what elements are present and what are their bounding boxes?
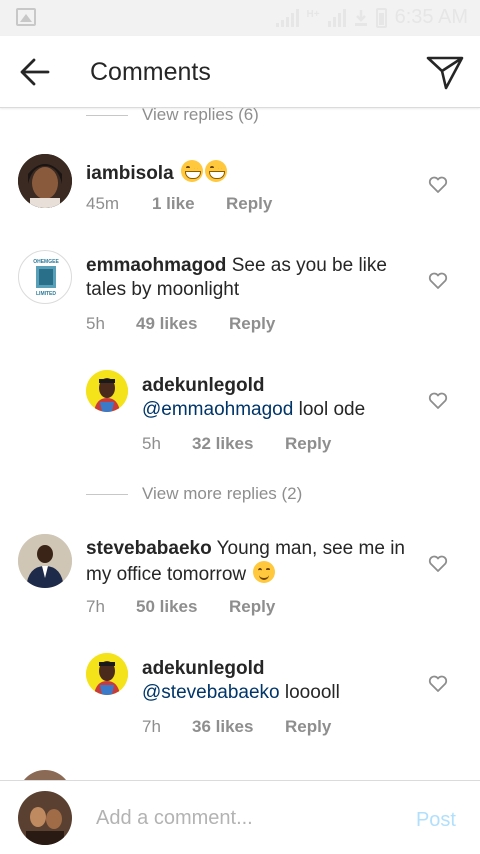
network-type: H+ bbox=[306, 9, 320, 20]
comment-time: 5h bbox=[86, 314, 105, 333]
avatar-partial bbox=[18, 770, 72, 780]
divider-line bbox=[86, 114, 128, 116]
page-title: Comments bbox=[90, 58, 211, 86]
likes-count[interactable]: 32 likes bbox=[192, 434, 285, 454]
heart-icon[interactable] bbox=[428, 675, 448, 693]
comment-body: stevebabaeko Young man, see me in my off… bbox=[86, 537, 416, 587]
avatar-text-bottom: LIMITED bbox=[36, 291, 56, 297]
reply-button[interactable]: Reply bbox=[226, 194, 272, 214]
avatar[interactable] bbox=[18, 534, 72, 588]
mention-link[interactable]: @emmaohmagod bbox=[142, 399, 293, 420]
comment-time: 7h bbox=[86, 597, 105, 616]
mention-link[interactable]: @stevebabaeko bbox=[142, 682, 280, 703]
header: Comments bbox=[0, 36, 480, 108]
comment-body: emmaohmagod See as you be like tales by … bbox=[86, 254, 416, 302]
signal-icon-2 bbox=[327, 8, 346, 27]
avatar-image bbox=[18, 154, 72, 208]
comment-username[interactable]: emmaohmagod bbox=[86, 255, 226, 276]
divider-line bbox=[86, 493, 128, 495]
comment-meta: 7h 36 likes Reply bbox=[142, 717, 331, 737]
avatar[interactable] bbox=[18, 154, 72, 208]
avatar-image: OHEMGEE LIMITED bbox=[33, 259, 59, 297]
avatar-text-top: OHEMGEE bbox=[33, 259, 59, 265]
signal-icon bbox=[275, 8, 299, 27]
comment-body: adekunlegold @emmaohmagod lool ode bbox=[142, 374, 422, 422]
comment-username[interactable]: adekunlegold bbox=[142, 658, 264, 679]
likes-count[interactable]: 36 likes bbox=[192, 717, 285, 737]
likes-count[interactable]: 1 like bbox=[152, 194, 226, 214]
comment-time: 45m bbox=[86, 194, 120, 213]
smiling-emoji bbox=[253, 561, 276, 583]
post-button[interactable]: Post bbox=[416, 809, 456, 832]
comment-username[interactable]: adekunlegold bbox=[142, 375, 264, 396]
avatar-image bbox=[86, 653, 128, 695]
gallery-icon bbox=[16, 8, 36, 26]
grinning-emoji bbox=[204, 160, 227, 182]
reply-button[interactable]: Reply bbox=[285, 434, 331, 454]
comments-list: View replies (6) iambisola 45m 1 like Re… bbox=[0, 108, 480, 780]
view-replies-link[interactable]: View replies (6) bbox=[86, 108, 259, 125]
battery-icon bbox=[375, 7, 387, 28]
likes-count[interactable]: 50 likes bbox=[136, 597, 229, 617]
comment-meta: 45m 1 like Reply bbox=[86, 194, 272, 214]
avatar-image bbox=[18, 534, 72, 588]
comment-composer: Post bbox=[0, 780, 480, 854]
download-icon bbox=[354, 9, 367, 26]
comment-meta: 5h 49 likes Reply bbox=[86, 314, 275, 334]
comment-meta: 7h 50 likes Reply bbox=[86, 597, 275, 617]
status-time: 6:35 AM bbox=[394, 6, 468, 28]
comment-username[interactable]: iambisola bbox=[86, 163, 174, 184]
likes-count[interactable]: 49 likes bbox=[136, 314, 229, 334]
direct-send-icon[interactable] bbox=[426, 54, 464, 90]
avatar[interactable]: OHEMGEE LIMITED bbox=[18, 250, 72, 304]
avatar[interactable] bbox=[86, 653, 128, 695]
comment-text: looooll bbox=[284, 682, 340, 703]
reply-button[interactable]: Reply bbox=[229, 597, 275, 617]
grinning-emoji bbox=[180, 160, 203, 182]
comment-time: 5h bbox=[142, 434, 161, 453]
comment-body: adekunlegold @stevebabaeko looooll bbox=[142, 657, 422, 705]
status-bar: H+ 6:35 AM bbox=[0, 0, 480, 36]
heart-icon[interactable] bbox=[428, 272, 448, 290]
heart-icon[interactable] bbox=[428, 176, 448, 194]
comment-text: lool ode bbox=[298, 399, 366, 420]
avatar[interactable] bbox=[86, 370, 128, 412]
avatar-image bbox=[86, 370, 128, 412]
view-more-replies-link[interactable]: View more replies (2) bbox=[86, 484, 302, 504]
current-user-avatar bbox=[18, 791, 72, 845]
back-arrow-icon[interactable] bbox=[18, 56, 52, 88]
avatar-image bbox=[18, 791, 72, 845]
comment-meta: 5h 32 likes Reply bbox=[142, 434, 331, 454]
view-replies-label: View replies (6) bbox=[142, 108, 259, 124]
comment-time: 7h bbox=[142, 717, 161, 736]
heart-icon[interactable] bbox=[428, 392, 448, 410]
comment-username[interactable]: stevebabaeko bbox=[86, 538, 212, 559]
comment-body: iambisola bbox=[86, 160, 406, 186]
reply-button[interactable]: Reply bbox=[285, 717, 331, 737]
view-more-replies-label: View more replies (2) bbox=[142, 484, 303, 503]
reply-button[interactable]: Reply bbox=[229, 314, 275, 334]
comment-input[interactable] bbox=[96, 807, 396, 830]
heart-icon[interactable] bbox=[428, 555, 448, 573]
